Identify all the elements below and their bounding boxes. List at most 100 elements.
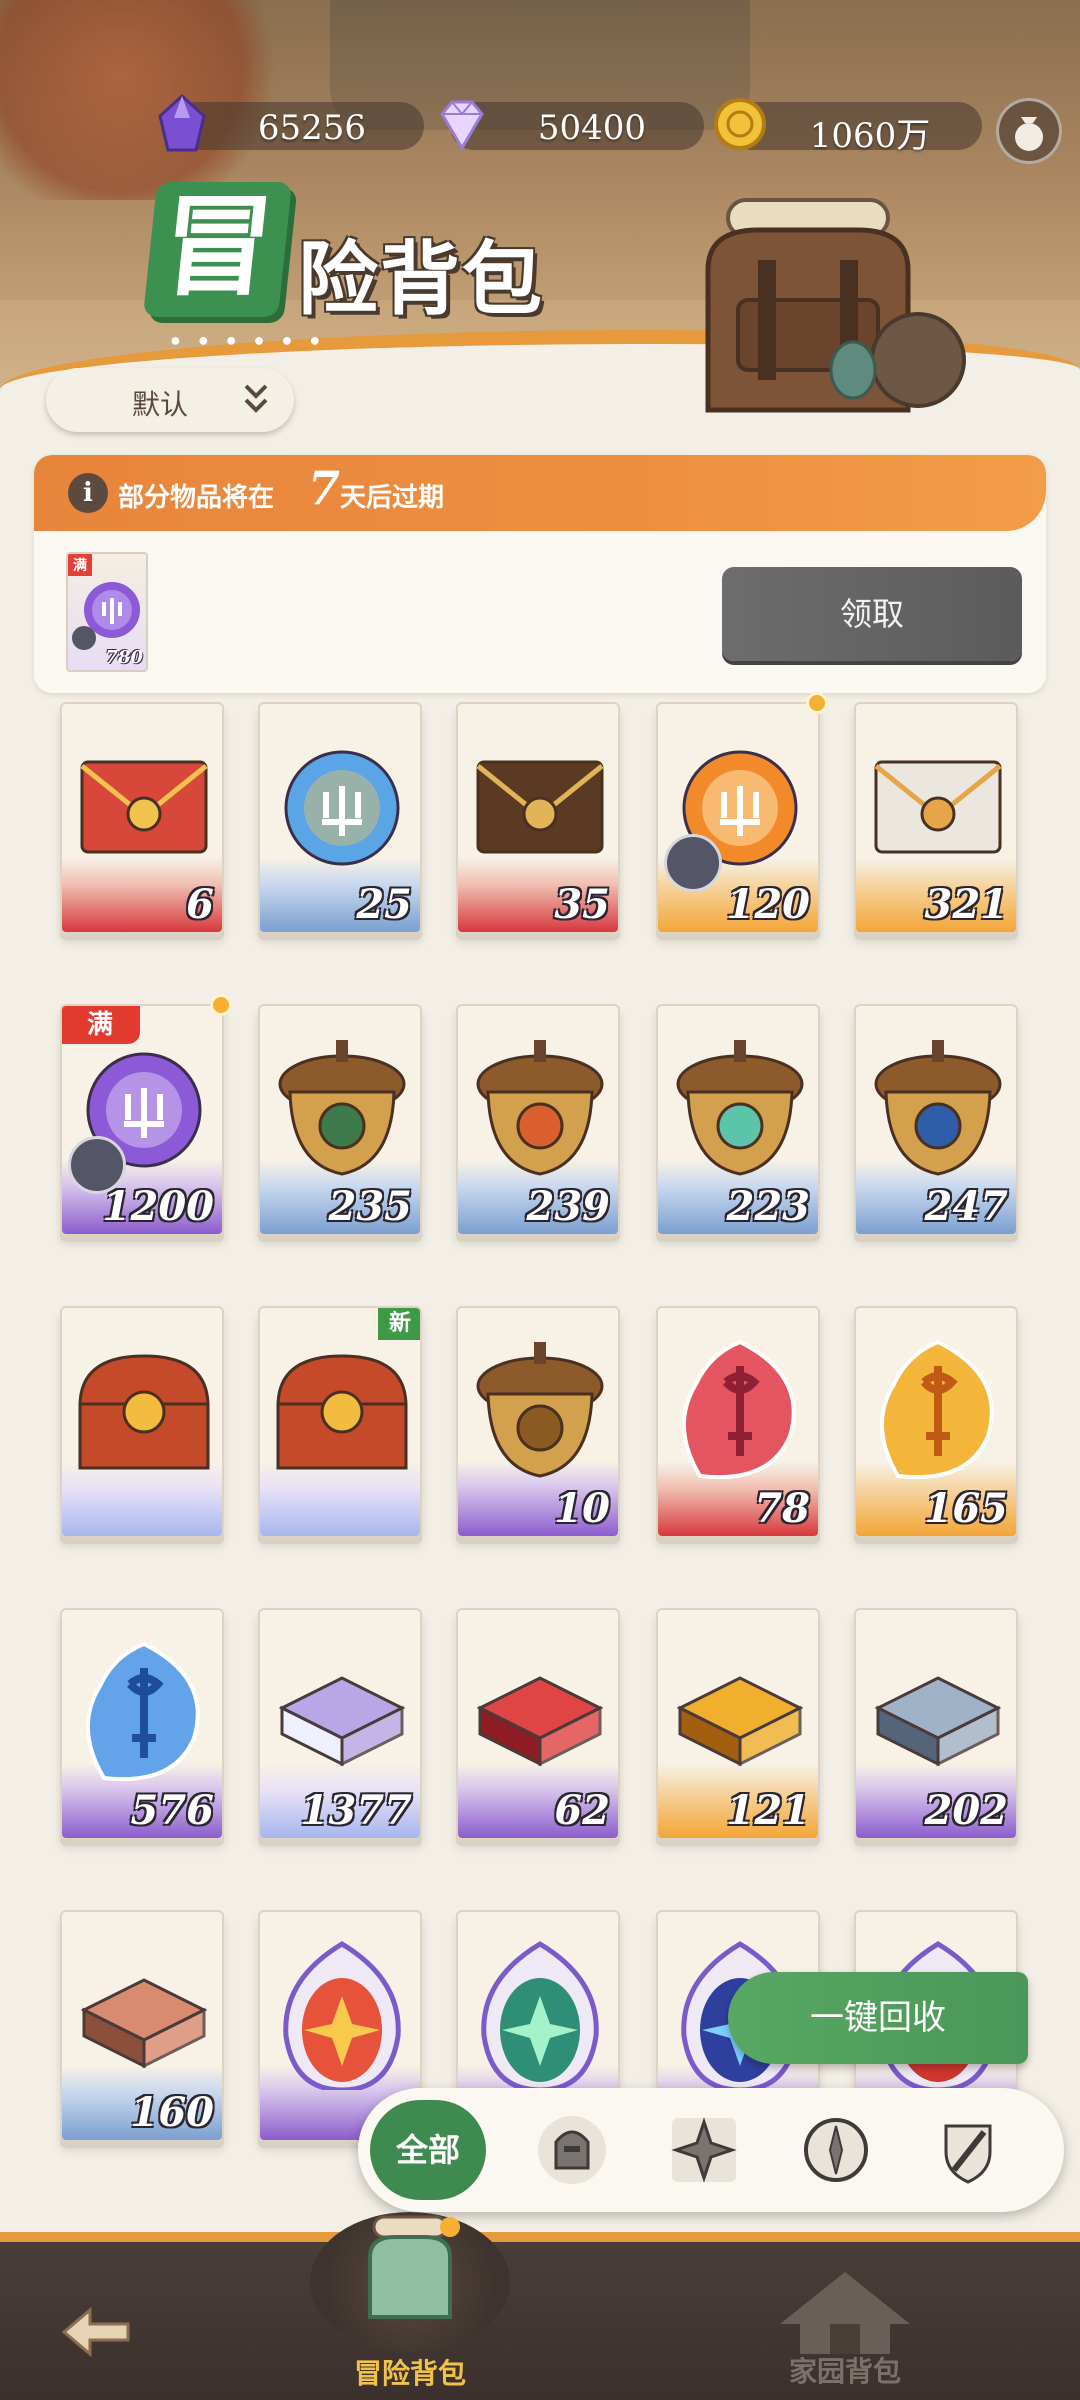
sort-dropdown[interactable]: 默认 [46, 368, 294, 432]
expire-days: 7 [308, 461, 341, 515]
item-count: 25 [356, 881, 412, 928]
item-count: 235 [328, 1183, 413, 1230]
currency-gold: 1060万 [714, 98, 982, 156]
white-envelope-icon [874, 760, 1002, 854]
page-title: 险背包 [298, 232, 544, 326]
item-card[interactable]: 239 [456, 1004, 620, 1236]
money-bag-icon [1015, 117, 1043, 151]
item-card[interactable]: 576 [60, 1608, 224, 1840]
back-arrow-icon[interactable] [54, 2302, 134, 2362]
red-ingot-icon [476, 1676, 604, 1767]
red-envelope-icon [80, 760, 208, 854]
item-card[interactable]: 165 [854, 1306, 1018, 1538]
item-card[interactable]: 247 [854, 1004, 1018, 1236]
backpack-illustration [705, 198, 966, 413]
nav-adventure-bag[interactable]: 冒险背包 [300, 2212, 520, 2400]
red-rune-stone-icon [681, 1339, 796, 1480]
claim-button[interactable]: 领取 [722, 567, 1022, 661]
full-badge: 满 [62, 1006, 140, 1044]
item-count: 62 [554, 1787, 610, 1834]
currency-diamond: 50400 [440, 100, 704, 151]
nav-home-bag[interactable]: 家园背包 [760, 2268, 930, 2398]
item-card[interactable]: 25 [258, 702, 422, 934]
gold-rune-stone-icon [879, 1339, 994, 1480]
expiring-item-card[interactable]: 满 780 [66, 552, 148, 672]
item-card[interactable]: 1377 [258, 1608, 422, 1840]
acorn-orange-icon [476, 1040, 604, 1176]
item-card[interactable]: 新 [258, 1306, 422, 1538]
new-badge: 新 [378, 1308, 420, 1340]
item-count: 35 [554, 881, 610, 928]
item-count: 321 [924, 881, 1009, 928]
info-icon: i [68, 473, 108, 513]
blue-rune-stone-icon [85, 1641, 200, 1782]
notification-dot [210, 994, 232, 1016]
acorn-gold-icon [476, 1342, 604, 1478]
gold-coin-icon [714, 98, 766, 150]
purple-ingot-icon [278, 1676, 406, 1767]
item-count: 1377 [300, 1787, 412, 1834]
filter-all-button[interactable]: 全部 [370, 2100, 486, 2200]
green-egg-emblem-icon [481, 1941, 599, 2090]
item-count: 202 [924, 1787, 1009, 1834]
item-card[interactable]: 202 [854, 1608, 1018, 1840]
item-card[interactable]: 10 [456, 1306, 620, 1538]
item-card[interactable]: 321 [854, 702, 1018, 934]
item-card[interactable]: 35 [456, 702, 620, 934]
item-card[interactable]: 满 1200 [60, 1004, 224, 1236]
knight-helmet-icon[interactable] [534, 2112, 610, 2188]
notification-dot [806, 692, 828, 714]
item-count: 576 [130, 1787, 215, 1834]
diamond-icon [440, 100, 484, 151]
dark-envelope-icon [476, 760, 604, 854]
item-count: 160 [130, 2089, 215, 2136]
adventure-bag-icon [368, 2215, 460, 2319]
gold-ingot-icon [676, 1676, 804, 1767]
title-badge-char: 冒 [156, 182, 280, 311]
item-card[interactable]: 121 [656, 1608, 820, 1840]
item-count: 120 [726, 881, 811, 928]
compass-icon[interactable] [798, 2112, 874, 2188]
copper-ingot-icon [80, 1978, 208, 2069]
title-dots: ● ● ● ● ● ● [170, 330, 327, 350]
item-card[interactable]: 62 [456, 1608, 620, 1840]
item-count: 10 [554, 1485, 610, 1532]
money-bag-button[interactable] [996, 98, 1062, 164]
silver-ingot-icon [874, 1676, 1002, 1767]
expire-text-after: 天后过期 [340, 482, 445, 512]
item-card[interactable]: 78 [656, 1306, 820, 1538]
one-click-recycle-button[interactable]: 一键回收 [728, 1972, 1028, 2064]
item-card[interactable]: 6 [60, 702, 224, 934]
currency-value: 50400 [537, 108, 647, 148]
shuriken-star-icon[interactable] [666, 2112, 742, 2188]
puzzle-piece-icon [664, 834, 722, 892]
item-card[interactable]: 160 [60, 1910, 224, 2142]
acorn-leaf-icon [676, 1040, 804, 1176]
item-count: 780 [105, 647, 143, 668]
item-count: 1200 [102, 1183, 214, 1230]
currency-value: 1060万 [809, 116, 931, 156]
expire-text-before: 部分物品将在 [118, 482, 275, 512]
currency-purple-crystal: 65256 [158, 93, 424, 152]
treasure-chest-icon [78, 1354, 210, 1470]
expire-banner: i 部分物品将在 7 天后过期 [34, 455, 1046, 531]
item-count: 247 [924, 1183, 1009, 1230]
item-card[interactable] [60, 1306, 224, 1538]
item-count: 121 [726, 1787, 811, 1834]
purple-crystal-icon [158, 93, 206, 152]
item-count: 165 [924, 1485, 1009, 1532]
acorn-star-icon [874, 1040, 1002, 1176]
item-card[interactable]: 223 [656, 1004, 820, 1236]
chevron-down-icon [244, 384, 268, 413]
item-card[interactable]: 120 [656, 702, 820, 934]
fire-egg-emblem-icon [283, 1941, 401, 2090]
house-icon [780, 2272, 910, 2354]
item-card[interactable]: 235 [258, 1004, 422, 1236]
sword-shield-icon[interactable] [930, 2112, 1006, 2188]
title-badge: 冒 [142, 182, 293, 317]
expiring-items-panel: i 部分物品将在 7 天后过期 满 780 领取 [34, 455, 1046, 693]
category-filter-bar: 全部 [358, 2088, 1064, 2212]
sort-selected: 默认 [132, 389, 189, 420]
treasure-chest-icon [276, 1354, 408, 1470]
nav-adventure-label: 冒险背包 [353, 2358, 466, 2389]
